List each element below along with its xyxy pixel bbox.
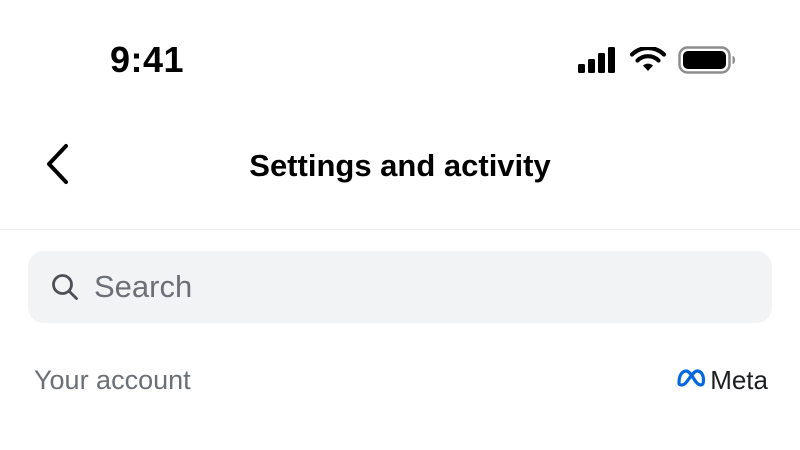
battery-icon	[678, 46, 736, 74]
status-bar: 9:41	[0, 0, 800, 110]
section-title: Your account	[34, 364, 191, 395]
search-bar[interactable]	[28, 251, 772, 323]
meta-brand: Meta	[676, 365, 768, 396]
status-time: 9:41	[110, 39, 185, 80]
settings-screen: 9:41 Settings and activity Search Your a…	[0, 0, 800, 450]
page-title: Settings and activity	[249, 148, 551, 183]
account-section-header: Your account Meta	[34, 360, 768, 400]
meta-logo-icon	[676, 368, 706, 393]
wifi-icon	[630, 47, 666, 73]
navigation-header: Settings and activity	[0, 120, 800, 230]
search-icon	[50, 272, 80, 302]
status-icons	[578, 44, 736, 76]
cellular-signal-icon	[578, 47, 618, 73]
search-input[interactable]	[94, 269, 734, 305]
meta-label: Meta	[710, 364, 768, 395]
